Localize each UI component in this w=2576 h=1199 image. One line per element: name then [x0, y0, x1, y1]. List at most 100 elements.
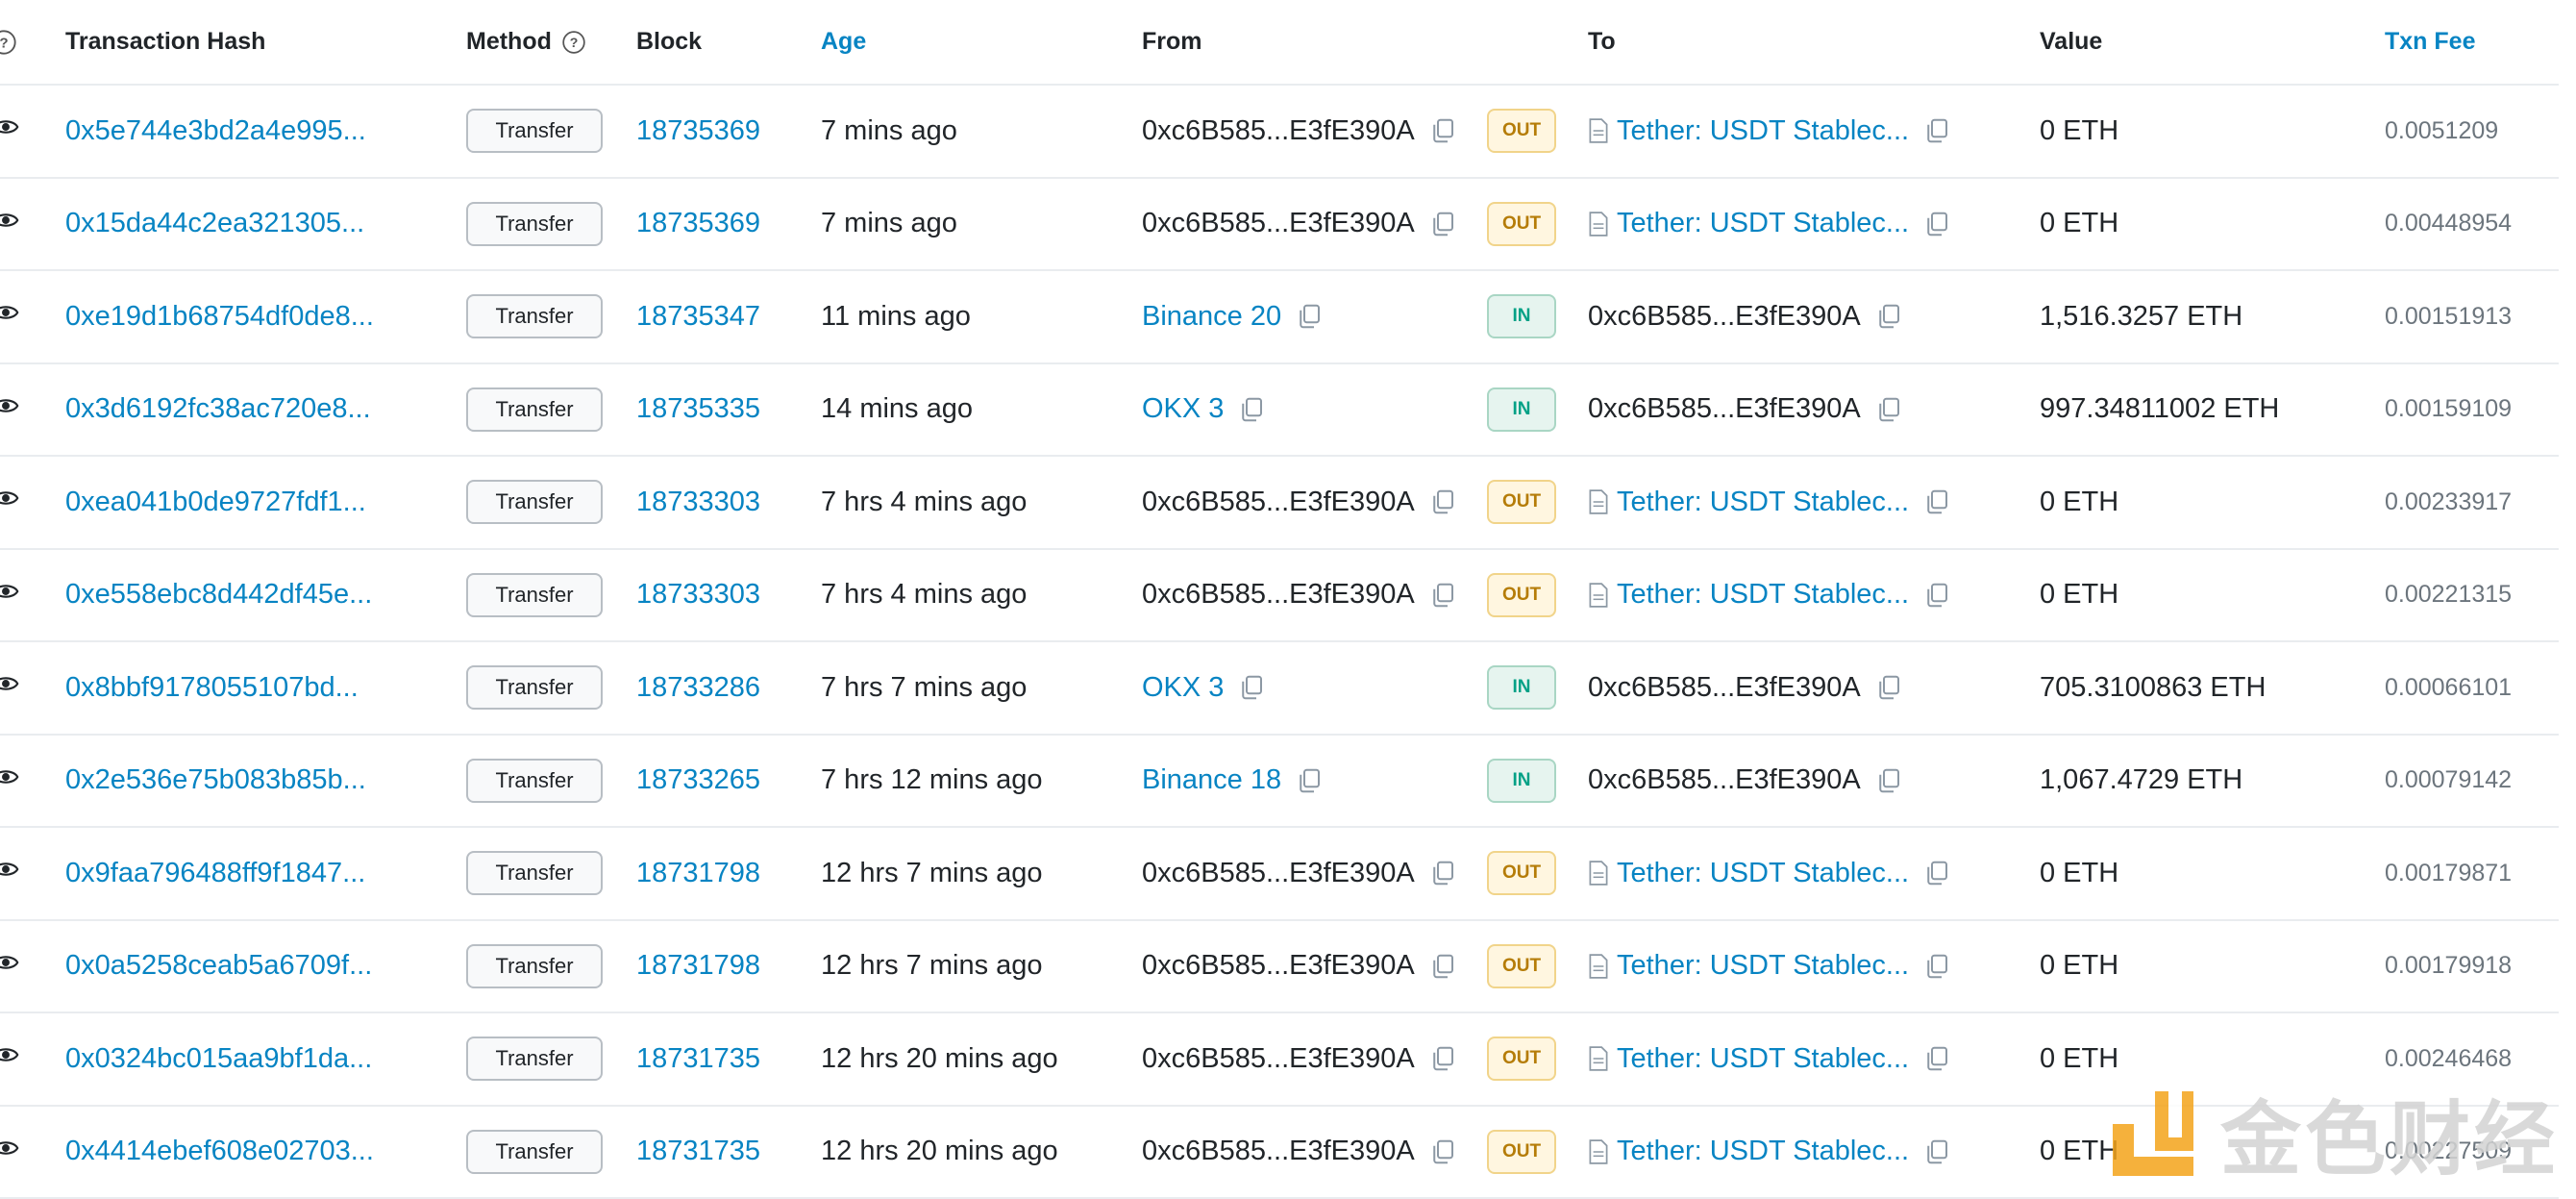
from-address[interactable]: 0xc6B585...E3fE390A — [1142, 950, 1415, 982]
tx-hash-link[interactable]: 0x2e536e75b083b85b... — [65, 764, 366, 796]
to-address[interactable]: Tether: USDT Stablec... — [1617, 115, 1909, 147]
tx-hash-link[interactable]: 0xea041b0de9727fdf1... — [65, 487, 366, 518]
eye-icon[interactable] — [0, 670, 19, 705]
tx-hash-link[interactable]: 0x8bbf9178055107bd... — [65, 672, 359, 704]
eye-icon[interactable] — [0, 207, 19, 241]
tx-hash-link[interactable]: 0x15da44c2ea321305... — [65, 208, 364, 239]
to-address[interactable]: Tether: USDT Stablec... — [1617, 950, 1909, 982]
copy-icon[interactable] — [1428, 859, 1457, 887]
preview-eye-button[interactable] — [0, 921, 21, 1012]
preview-eye-button[interactable] — [0, 550, 21, 641]
to-address[interactable]: 0xc6B585...E3fE390A — [1588, 672, 1861, 704]
help-icon[interactable]: ? — [0, 0, 19, 84]
copy-icon[interactable] — [1428, 581, 1457, 610]
eye-icon[interactable] — [0, 1041, 19, 1076]
block-link[interactable]: 18731798 — [636, 858, 760, 889]
copy-icon[interactable] — [1874, 766, 1903, 795]
copy-icon[interactable] — [1428, 116, 1457, 145]
copy-icon[interactable] — [1295, 766, 1324, 795]
preview-eye-button[interactable] — [0, 179, 21, 270]
from-address[interactable]: 0xc6B585...E3fE390A — [1142, 579, 1415, 611]
tx-hash-link[interactable]: 0x3d6192fc38ac720e8... — [65, 393, 371, 425]
preview-eye-button[interactable] — [0, 828, 21, 919]
copy-icon[interactable] — [1237, 395, 1266, 424]
copy-icon[interactable] — [1922, 210, 1951, 238]
from-address[interactable]: Binance 20 — [1142, 301, 1281, 333]
preview-eye-button[interactable] — [0, 364, 21, 456]
block-link[interactable]: 18733303 — [636, 579, 760, 611]
block-link[interactable]: 18731735 — [636, 1043, 760, 1075]
eye-icon[interactable] — [0, 949, 19, 984]
copy-icon[interactable] — [1922, 581, 1951, 610]
eye-icon[interactable] — [0, 485, 19, 519]
preview-eye-button[interactable] — [0, 1107, 21, 1198]
eye-icon[interactable] — [0, 1135, 19, 1169]
copy-icon[interactable] — [1922, 116, 1951, 145]
copy-icon[interactable] — [1237, 673, 1266, 702]
block-link[interactable]: 18733303 — [636, 487, 760, 518]
header-age-toggle[interactable]: Age — [821, 0, 1109, 84]
copy-icon[interactable] — [1874, 395, 1903, 424]
to-address[interactable]: Tether: USDT Stablec... — [1617, 858, 1909, 889]
eye-icon[interactable] — [0, 763, 19, 798]
block-link[interactable]: 18735335 — [636, 393, 760, 425]
copy-icon[interactable] — [1922, 487, 1951, 516]
from-address[interactable]: 0xc6B585...E3fE390A — [1142, 115, 1415, 147]
copy-icon[interactable] — [1922, 952, 1951, 981]
from-address[interactable]: OKX 3 — [1142, 672, 1224, 704]
tx-hash-link[interactable]: 0xe19d1b68754df0de8... — [65, 301, 374, 333]
eye-icon[interactable] — [0, 578, 19, 612]
copy-icon[interactable] — [1428, 487, 1457, 516]
eye-icon[interactable] — [0, 856, 19, 890]
to-address[interactable]: 0xc6B585...E3fE390A — [1588, 393, 1861, 425]
copy-icon[interactable] — [1922, 1044, 1951, 1073]
preview-eye-button[interactable] — [0, 642, 21, 734]
tx-hash-link[interactable]: 0xe558ebc8d442df45e... — [65, 579, 372, 611]
to-address[interactable]: 0xc6B585...E3fE390A — [1588, 764, 1861, 796]
block-link[interactable]: 18731798 — [636, 950, 760, 982]
from-address[interactable]: Binance 18 — [1142, 764, 1281, 796]
eye-icon[interactable] — [0, 392, 19, 427]
preview-eye-button[interactable] — [0, 736, 21, 827]
copy-icon[interactable] — [1428, 1044, 1457, 1073]
to-address[interactable]: Tether: USDT Stablec... — [1617, 579, 1909, 611]
to-address[interactable]: Tether: USDT Stablec... — [1617, 1043, 1909, 1075]
preview-eye-button[interactable] — [0, 271, 21, 362]
tx-hash-link[interactable]: 0x0324bc015aa9bf1da... — [65, 1043, 372, 1075]
from-address[interactable]: 0xc6B585...E3fE390A — [1142, 1043, 1415, 1075]
copy-icon[interactable] — [1428, 952, 1457, 981]
copy-icon[interactable] — [1428, 1137, 1457, 1166]
tx-hash-link[interactable]: 0x4414ebef608e02703... — [65, 1136, 374, 1167]
block-link[interactable]: 18735369 — [636, 208, 760, 239]
copy-icon[interactable] — [1428, 210, 1457, 238]
to-address[interactable]: Tether: USDT Stablec... — [1617, 1136, 1909, 1167]
to-address[interactable]: 0xc6B585...E3fE390A — [1588, 301, 1861, 333]
copy-icon[interactable] — [1922, 859, 1951, 887]
preview-eye-button[interactable] — [0, 86, 21, 177]
block-link[interactable]: 18733286 — [636, 672, 760, 704]
block-link[interactable]: 18735347 — [636, 301, 760, 333]
to-address[interactable]: Tether: USDT Stablec... — [1617, 208, 1909, 239]
copy-icon[interactable] — [1295, 302, 1324, 331]
copy-icon[interactable] — [1874, 673, 1903, 702]
preview-eye-button[interactable] — [0, 1013, 21, 1105]
tx-hash-link[interactable]: 0x9faa796488ff9f1847... — [65, 858, 365, 889]
tx-hash-link[interactable]: 0x0a5258ceab5a6709f... — [65, 950, 372, 982]
from-address[interactable]: 0xc6B585...E3fE390A — [1142, 858, 1415, 889]
from-address[interactable]: OKX 3 — [1142, 393, 1224, 425]
header-fee-toggle[interactable]: Txn Fee — [2385, 0, 2576, 84]
block-link[interactable]: 18733265 — [636, 764, 760, 796]
question-icon[interactable]: ? — [561, 30, 586, 55]
tx-hash-link[interactable]: 0x5e744e3bd2a4e995... — [65, 115, 366, 147]
to-address[interactable]: Tether: USDT Stablec... — [1617, 487, 1909, 518]
block-link[interactable]: 18731735 — [636, 1136, 760, 1167]
from-address[interactable]: 0xc6B585...E3fE390A — [1142, 208, 1415, 239]
copy-icon[interactable] — [1874, 302, 1903, 331]
eye-icon[interactable] — [0, 299, 19, 334]
from-address[interactable]: 0xc6B585...E3fE390A — [1142, 487, 1415, 518]
from-address[interactable]: 0xc6B585...E3fE390A — [1142, 1136, 1415, 1167]
copy-icon[interactable] — [1922, 1137, 1951, 1166]
preview-eye-button[interactable] — [0, 457, 21, 548]
eye-icon[interactable] — [0, 113, 19, 148]
block-link[interactable]: 18735369 — [636, 115, 760, 147]
